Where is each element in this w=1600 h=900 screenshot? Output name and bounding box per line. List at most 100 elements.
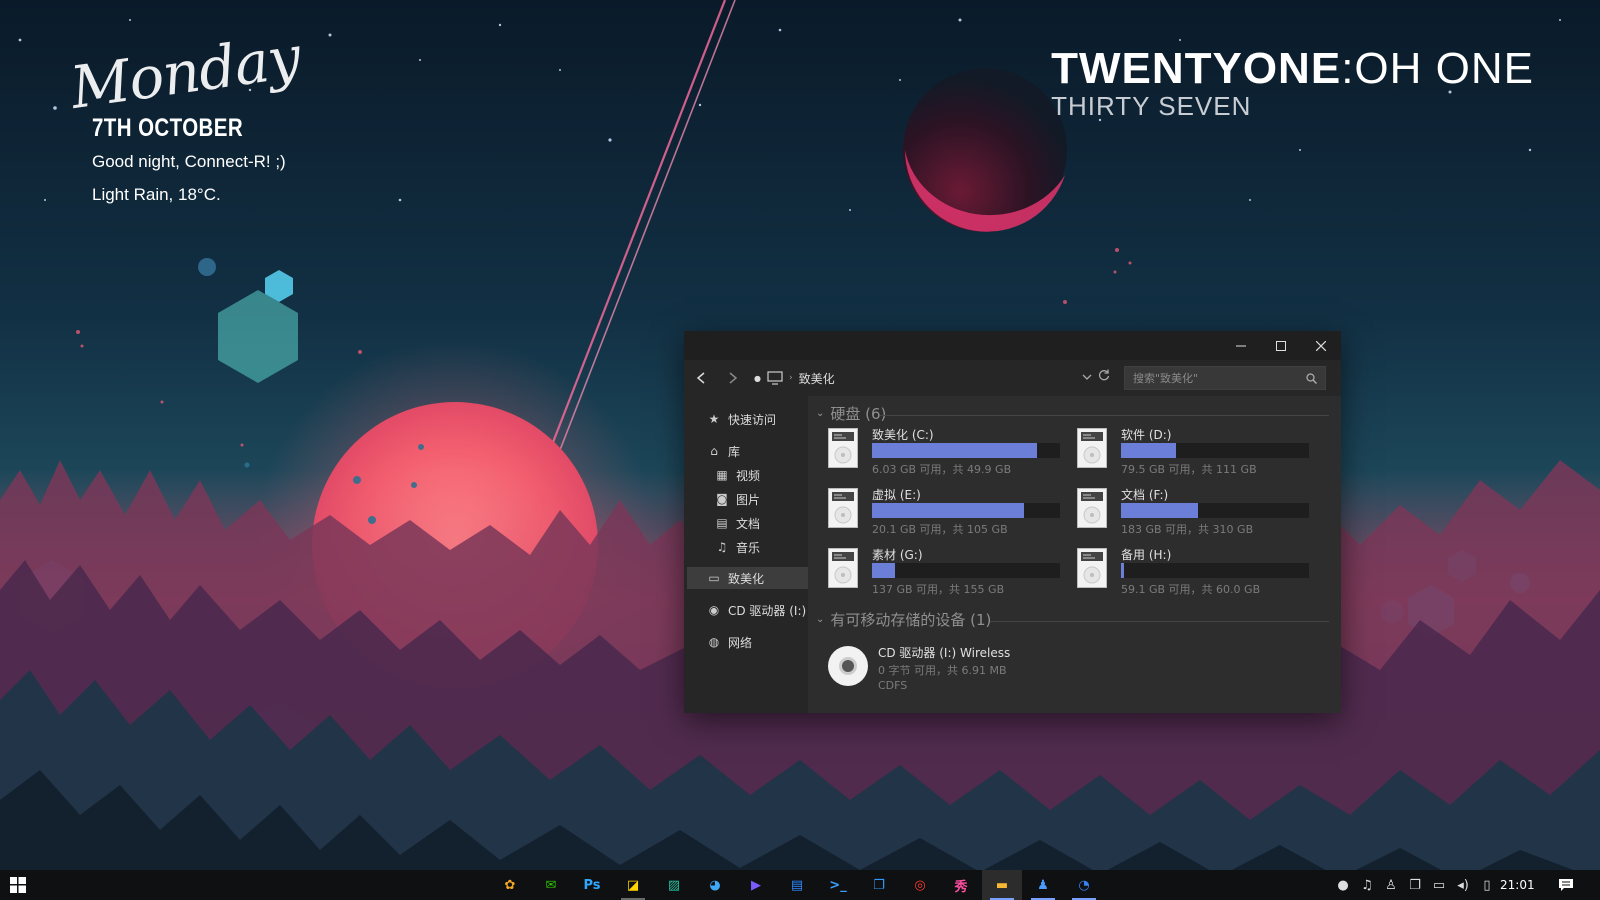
drive-space-info: 183 GB 可用，共 310 GB xyxy=(1121,523,1254,536)
computer-icon: ▭ xyxy=(708,571,720,585)
taskbar-app-browser[interactable]: ◔ xyxy=(1064,870,1104,900)
nav-network[interactable]: ◍ 网络 xyxy=(684,631,826,653)
breadcrumb-separator: › xyxy=(788,373,793,383)
taskbar-app-qq[interactable]: ♟ xyxy=(1023,870,1063,900)
taskbar-app-photoshop[interactable]: Ps xyxy=(572,870,612,900)
taskbar-app-media[interactable]: ▶ xyxy=(736,870,776,900)
clock-separator: : xyxy=(1341,44,1355,93)
taskbar-app-image-editor[interactable]: ◪ xyxy=(613,870,653,900)
taskbar-app-notes[interactable]: ▤ xyxy=(777,870,817,900)
nav-label: CD 驱动器 (I:) xyxy=(728,603,807,618)
minimize-button[interactable] xyxy=(1221,331,1261,360)
nav-cd-drive[interactable]: ◉ CD 驱动器 (I:) xyxy=(684,599,826,621)
address-bar[interactable]: ● › 致美化 xyxy=(754,370,835,387)
search-placeholder: 搜索"致美化" xyxy=(1133,372,1199,385)
clock-widget: TWENTYONE:OH ONE THIRTY SEVEN xyxy=(1051,44,1534,121)
close-button[interactable] xyxy=(1301,331,1341,360)
copy-icon[interactable]: ❐ xyxy=(1404,870,1426,900)
nav-label: 文档 xyxy=(736,516,761,531)
navigation-pane: ★ 快速访问 ⌂ 库 ▦ 视频 ◙ 图片 ▤ 文档 ♫ 音乐 ▭ 致美化 ◉ CD 驱动器 (I… xyxy=(684,396,824,713)
taskbar-app-windows-app[interactable]: ❐ xyxy=(859,870,899,900)
netease-music-icon: ◎ xyxy=(914,877,926,893)
search-icon xyxy=(1306,372,1317,384)
hard-drive-icon xyxy=(1077,428,1107,468)
drive-item[interactable]: 备用 (H:) 59.1 GB 可用，共 60.0 GB xyxy=(1077,546,1317,598)
nav-quick-access[interactable]: ★ 快速访问 xyxy=(684,408,826,430)
drive-name: 软件 (D:) xyxy=(1121,428,1172,442)
hard-drive-icon xyxy=(1077,488,1107,528)
taskbar-app-paint[interactable]: ◕ xyxy=(695,870,735,900)
music-note-icon: ♫ xyxy=(716,540,728,554)
drive-space-info: 79.5 GB 可用，共 111 GB xyxy=(1121,463,1257,476)
drive-item[interactable]: 文档 (F:) 183 GB 可用，共 310 GB xyxy=(1077,486,1317,538)
drive-item[interactable]: 虚拟 (E:) 20.1 GB 可用，共 105 GB xyxy=(828,486,1068,538)
network-icon[interactable]: ▭ xyxy=(1428,870,1450,900)
star-icon: ★ xyxy=(708,412,720,426)
taskbar-app-photos[interactable]: ▨ xyxy=(654,870,694,900)
taskbar-app-app-1[interactable]: ✿ xyxy=(490,870,530,900)
qq-tray-icon[interactable]: ♙ xyxy=(1380,870,1402,900)
cd-drive-filesystem: CDFS xyxy=(878,679,908,692)
drive-item[interactable]: 软件 (D:) 79.5 GB 可用，共 111 GB xyxy=(1077,426,1317,478)
minimize-icon xyxy=(1236,345,1246,346)
taskbar-app-netease-music[interactable]: ◎ xyxy=(900,870,940,900)
maximize-button[interactable] xyxy=(1261,331,1301,360)
tray-clock[interactable]: 21:01 xyxy=(1500,870,1535,900)
drive-usage-bar xyxy=(872,503,1060,518)
drive-space-info: 6.03 GB 可用，共 49.9 GB xyxy=(872,463,1012,476)
explorer-body: ★ 快速访问 ⌂ 库 ▦ 视频 ◙ 图片 ▤ 文档 ♫ 音乐 ▭ 致美化 ◉ CD 驱动器 (I… xyxy=(684,396,1341,713)
cd-drive-item[interactable]: CD 驱动器 (I:) Wireless 0 字节 可用，共 6.91 MB C… xyxy=(828,644,1128,696)
font-tool-icon: 秀 xyxy=(954,879,968,895)
group-header-hard-disks[interactable]: ⌄ 硬盘 (6) xyxy=(816,403,886,424)
title-bar[interactable] xyxy=(684,331,1341,360)
record-icon[interactable]: ● xyxy=(1332,870,1354,900)
film-icon: ▦ xyxy=(716,468,728,482)
forward-button[interactable] xyxy=(720,365,746,391)
nav-label: 视频 xyxy=(736,468,761,483)
nav-this-pc[interactable]: ▭ 致美化 xyxy=(687,567,824,589)
taskbar-app-font-tool[interactable]: 秀 xyxy=(941,870,981,900)
date-text: 7TH OCTOBER xyxy=(92,114,244,142)
refresh-icon[interactable] xyxy=(1098,369,1110,384)
drive-usage-fill xyxy=(1121,443,1176,458)
back-button[interactable] xyxy=(688,365,714,391)
file-explorer-icon: ▬ xyxy=(995,877,1009,893)
media-icon: ▶ xyxy=(751,877,761,893)
bell-icon[interactable]: ♫ xyxy=(1356,870,1378,900)
drive-item[interactable]: 致美化 (C:) 6.03 GB 可用，共 49.9 GB xyxy=(828,426,1068,478)
notes-icon: ▤ xyxy=(790,877,804,893)
taskbar-app-terminal[interactable]: >_ xyxy=(818,870,858,900)
volume-icon[interactable]: ◂) xyxy=(1452,870,1474,900)
drive-name: 备用 (H:) xyxy=(1121,548,1172,562)
taskbar-app-wechat[interactable]: ✉ xyxy=(531,870,571,900)
chevron-down-icon[interactable] xyxy=(1082,370,1092,384)
camera-icon: ◙ xyxy=(716,492,728,506)
usb-icon[interactable]: ▯ xyxy=(1476,870,1498,900)
globe-icon: ◍ xyxy=(708,635,720,649)
home-icon: ⌂ xyxy=(710,444,718,458)
drive-usage-bar xyxy=(1121,503,1309,518)
drive-space-info: 137 GB 可用，共 155 GB xyxy=(872,583,1005,596)
drive-name: 素材 (G:) xyxy=(872,548,923,562)
address-location[interactable]: 致美化 xyxy=(799,370,835,387)
drive-usage-fill xyxy=(872,563,895,578)
group-header-removable[interactable]: ⌄ 有可移动存储的设备 (1) xyxy=(816,609,991,630)
cd-drive-name: CD 驱动器 (I:) Wireless xyxy=(878,646,1011,660)
drive-usage-fill xyxy=(1121,503,1199,518)
drive-space-info: 59.1 GB 可用，共 60.0 GB xyxy=(1121,583,1261,596)
clock-seconds: THIRTY SEVEN xyxy=(1051,91,1252,121)
navigation-toolbar: ● › 致美化 搜索"致美化" xyxy=(684,360,1341,396)
hard-drive-icon xyxy=(1077,548,1107,588)
search-input[interactable]: 搜索"致美化" xyxy=(1124,366,1326,390)
group-divider xyxy=(990,621,1329,622)
drive-name: 虚拟 (E:) xyxy=(872,488,921,502)
terminal-icon: >_ xyxy=(829,877,847,893)
app-1-icon: ✿ xyxy=(504,877,516,893)
start-button[interactable] xyxy=(0,870,36,900)
recent-dot-icon[interactable]: ● xyxy=(754,374,761,383)
nav-library[interactable]: ⌂ 库 xyxy=(684,440,826,462)
taskbar-app-file-explorer[interactable]: ▬ xyxy=(982,870,1022,900)
drive-item[interactable]: 素材 (G:) 137 GB 可用，共 155 GB xyxy=(828,546,1068,598)
notification-button[interactable] xyxy=(1548,870,1584,900)
cd-disc-icon xyxy=(828,646,868,686)
